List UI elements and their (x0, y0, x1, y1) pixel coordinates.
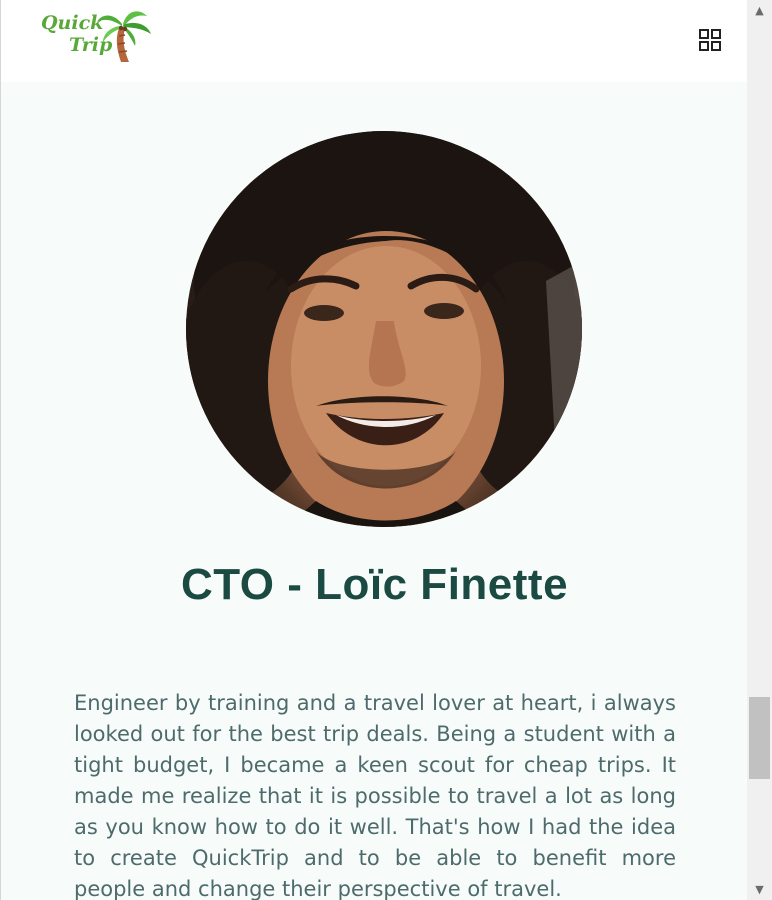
vertical-scrollbar[interactable]: ▲ ▼ (747, 0, 772, 900)
profile-photo (186, 131, 582, 527)
triangle-down-icon[interactable]: ▼ (747, 881, 772, 898)
menu-button[interactable] (698, 28, 722, 52)
page: Quick Trip CTO - Loïc Finette Engineer b… (0, 0, 747, 900)
portrait-illustration (186, 131, 582, 527)
profile-bio: Engineer by training and a travel lover … (74, 691, 676, 900)
quicktrip-logo[interactable]: Quick Trip (39, 6, 155, 66)
scrollbar-thumb[interactable] (749, 697, 770, 779)
logo-text-quick: Quick (41, 12, 104, 34)
profile-title: CTO - Loïc Finette (180, 560, 569, 609)
site-header: Quick Trip (1, 0, 747, 82)
grid-icon (699, 29, 721, 51)
triangle-up-icon[interactable]: ▲ (747, 2, 772, 19)
logo-text-trip: Trip (69, 34, 113, 56)
